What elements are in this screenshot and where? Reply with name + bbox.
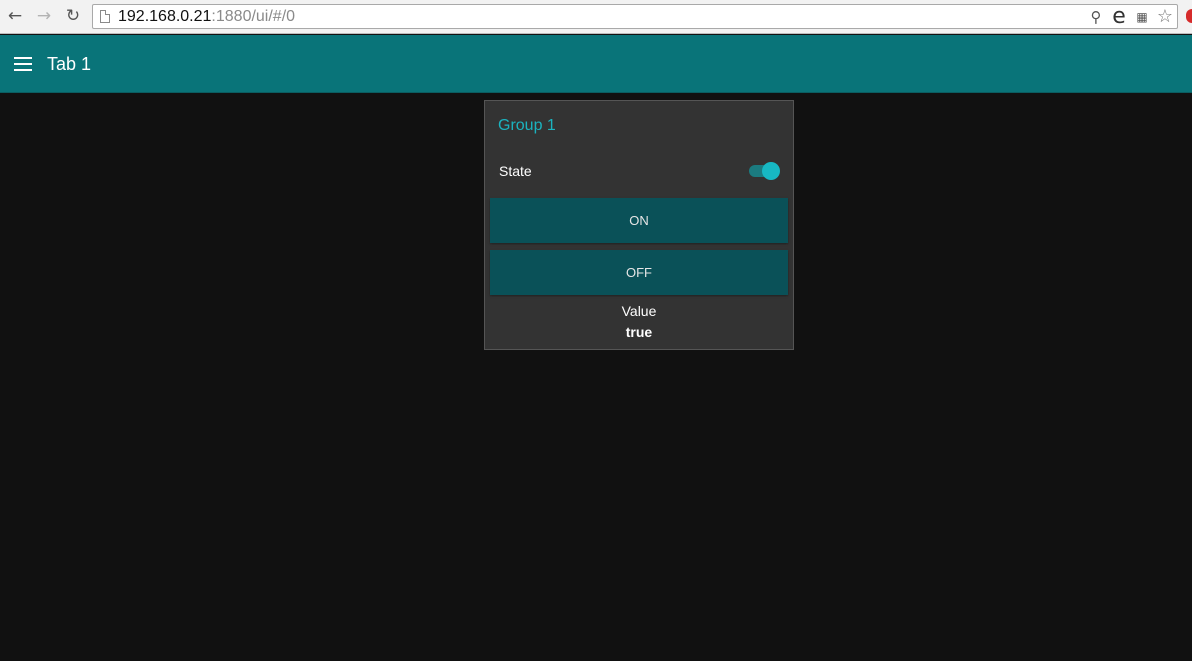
value-text: true bbox=[625, 324, 653, 340]
address-bar[interactable]: 192.168.0.21:1880/ui/#/0 ⚲ e ▦ ☆ bbox=[92, 4, 1178, 29]
off-button[interactable]: OFF bbox=[490, 250, 788, 295]
reload-icon[interactable]: ↻ bbox=[63, 6, 83, 26]
browser-toolbar: ← → ↻ 192.168.0.21:1880/ui/#/0 ⚲ e ▦ ☆ bbox=[0, 0, 1192, 34]
back-arrow-icon[interactable]: ← bbox=[5, 6, 25, 26]
url-host: 192.168.0.21 bbox=[118, 8, 212, 25]
value-label: Value bbox=[621, 303, 657, 319]
extension-icon[interactable] bbox=[1186, 9, 1192, 23]
on-button[interactable]: ON bbox=[490, 198, 788, 243]
star-icon[interactable]: ☆ bbox=[1155, 6, 1175, 28]
dashboard-toolbar: Tab 1 bbox=[0, 35, 1192, 93]
hamburger-menu-icon[interactable] bbox=[14, 57, 32, 71]
state-switch[interactable] bbox=[749, 162, 781, 180]
zoom-icon[interactable]: ⚲ bbox=[1086, 6, 1106, 28]
forward-arrow-icon[interactable]: → bbox=[34, 6, 54, 26]
switch-label: State bbox=[499, 163, 532, 179]
group-title: Group 1 bbox=[498, 117, 556, 134]
group-card: Group 1 State ON OFF Value true bbox=[484, 100, 794, 350]
url-path: :1880/ui/#/0 bbox=[211, 8, 296, 25]
url-text[interactable]: 192.168.0.21:1880/ui/#/0 bbox=[118, 8, 295, 26]
translate-icon[interactable]: ▦ bbox=[1132, 6, 1152, 28]
page-title: Tab 1 bbox=[47, 54, 92, 74]
page-icon bbox=[100, 10, 110, 23]
switch-thumb bbox=[762, 162, 780, 180]
ie-icon[interactable]: e bbox=[1109, 6, 1129, 28]
